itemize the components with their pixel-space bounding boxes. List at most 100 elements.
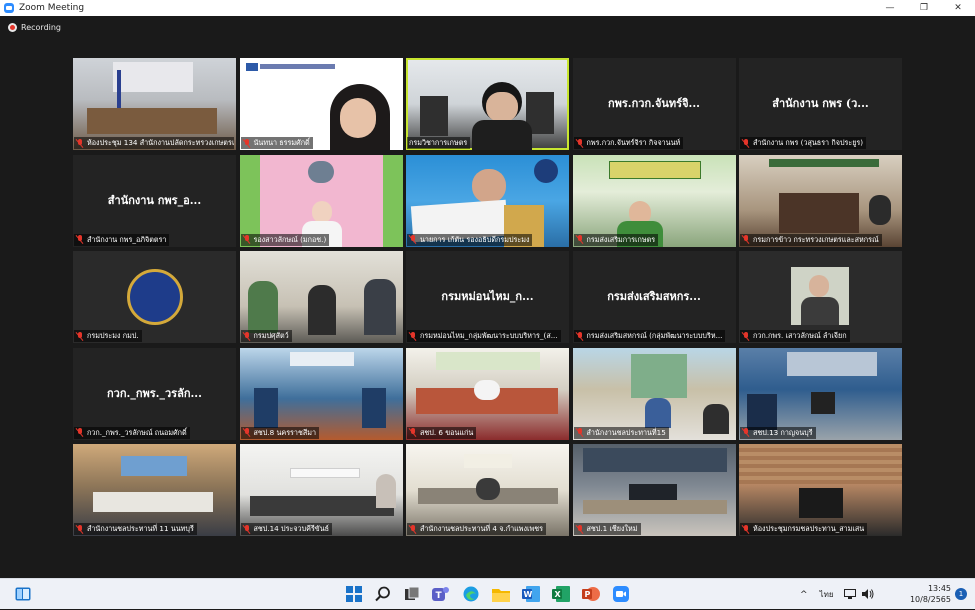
mic-muted-icon <box>409 524 417 534</box>
slide-heading <box>259 64 335 69</box>
file-explorer-icon[interactable] <box>490 583 512 605</box>
participant-label: สชป.8 นครราชสีมา <box>240 426 319 439</box>
minimize-button[interactable]: — <box>873 0 907 16</box>
mic-muted-icon <box>742 138 750 148</box>
participant-name: สำนักงานชลประทานที่ 11 นนทบุรี <box>87 524 194 533</box>
speaker-icon[interactable] <box>861 588 874 601</box>
participant-name: กรมส่งเสริมการเกษตร <box>586 234 656 244</box>
monitor <box>811 391 835 414</box>
mic-muted-icon <box>243 428 251 437</box>
meeting-area: Recording ห้องประชุม 134 สำนักงานปลัดกระ… <box>0 16 975 578</box>
widgets-icon[interactable] <box>12 583 34 605</box>
zoom-icon[interactable] <box>610 583 632 605</box>
participant-name: สชป.1 เชียงใหม่ <box>586 524 638 533</box>
powerpoint-icon[interactable]: P <box>580 583 602 605</box>
mic-muted-icon <box>409 428 417 437</box>
video-tile[interactable]: สำนักงาน กพร (ว... สำนักงาน กพร (วสุนธรา… <box>739 58 902 150</box>
search-icon[interactable] <box>372 583 394 605</box>
video-tile[interactable]: นันทนา ธรรมศักดิ์ <box>239 58 403 150</box>
mic-muted-icon <box>243 331 251 341</box>
edge-icon[interactable] <box>460 583 482 605</box>
start-icon[interactable] <box>343 583 365 605</box>
screen <box>787 351 877 376</box>
mic-muted-icon <box>243 524 251 534</box>
laptop <box>799 488 843 518</box>
recording-dot-icon <box>8 23 17 32</box>
video-tile[interactable]: สชป.1 เชียงใหม่ <box>572 444 736 536</box>
video-tile[interactable]: กวก._กพร._วรลัก... กวก._กพร._วรลักษณ์ ถน… <box>73 347 236 440</box>
wall-sign <box>113 62 193 92</box>
mic-muted-icon <box>742 331 750 341</box>
network-icon[interactable] <box>843 588 856 601</box>
video-tile[interactable]: กรมปศุสัตว์ <box>239 251 403 343</box>
teams-icon[interactable]: T <box>430 583 452 605</box>
show-hidden-icons-chevron-icon[interactable]: ^ <box>800 590 808 600</box>
mic-muted-icon <box>576 235 584 244</box>
video-tile[interactable]: กวก.กพร. เสาวลักษณ์ ลำเจียก <box>739 251 902 343</box>
green-panel <box>382 154 403 247</box>
video-tile[interactable]: สำนักงานชลประทานที่15 <box>572 347 736 440</box>
video-tile[interactable]: สำนักงานชลประทานที่ 11 นนทบุรี <box>73 444 236 536</box>
video-tile[interactable]: ห้องประชุมกรมชลประทาน_สามเสน <box>739 444 902 536</box>
participant-avatar-name: กวก._กพร._วรลัก... <box>107 386 202 400</box>
maximize-button[interactable]: ❐ <box>907 0 941 16</box>
svg-text:X: X <box>555 590 562 599</box>
video-tile[interactable]: สชป.13 กาญจนบุรี <box>739 347 902 440</box>
word-icon[interactable]: W <box>520 583 542 605</box>
notification-badge[interactable]: 1 <box>955 588 967 600</box>
video-tile[interactable]: รองสาวลักษณ์ (มกอช.) <box>239 154 403 247</box>
mic-muted-icon <box>409 331 417 341</box>
person-body <box>801 297 839 325</box>
taskbar-clock[interactable]: 13:45 10/8/2565 <box>910 583 951 605</box>
mic-muted-icon <box>243 235 251 244</box>
video-tile[interactable]: กรมหม่อนไหม_ก... กรมหม่อนไหม_กลุ่มพัฒนาร… <box>406 251 569 343</box>
task-view-icon[interactable] <box>401 583 423 605</box>
person-body <box>472 120 532 150</box>
video-tile[interactable]: สชป.14 ประจวบคีรีขันธ์ <box>239 444 403 536</box>
recording-indicator[interactable]: Recording <box>8 23 61 32</box>
chair <box>747 393 777 430</box>
gallery-grid: ห้องประชุม 134 สำนักงานปลัดกระทรวงเกษตรแ… <box>73 58 902 548</box>
emblem <box>307 160 334 183</box>
chair <box>361 387 386 428</box>
participant-name: กรมหม่อนไหม_กลุ่มพัฒนาระบบบริหาร_(ส... <box>420 331 558 340</box>
participant-name: สำนักงาน กพร (วสุนธรา กิจประยูร) <box>753 138 864 147</box>
mic-muted-icon <box>576 138 584 148</box>
system-tray: ^ ไทย <box>800 579 874 610</box>
mic-muted-icon <box>409 235 417 244</box>
participant-name: รองสาวลักษณ์ (มกอช.) <box>253 234 327 244</box>
participant-name: กรมการข้าว กระทรวงเกษตรและสหกรณ์ <box>753 234 879 244</box>
excel-icon[interactable]: X <box>550 583 572 605</box>
video-tile[interactable]: กพร.กวก.จันทร์จิ... กพร.กวก.จันทร์จิรา ก… <box>572 58 736 150</box>
language-indicator[interactable]: ไทย <box>820 588 834 601</box>
person <box>375 474 396 508</box>
video-tile[interactable]: สำนักงานชลประทานที่ 4 จ.กำแพงเพชร <box>406 444 569 536</box>
participant-name: กวก._กพร._วรลักษณ์ ถนอมศักดิ์ <box>87 427 187 437</box>
participant-name: กพร.กวก.จันทร์จิรา กิจจานนท์ <box>586 138 681 147</box>
video-tile[interactable]: กรมการข้าว กระทรวงเกษตรและสหกรณ์ <box>739 154 902 247</box>
video-tile[interactable]: ห้องประชุม 134 สำนักงานปลัดกระทรวงเกษตรแ… <box>73 58 236 150</box>
video-tile[interactable]: สชป.8 นครราชสีมา <box>239 347 403 440</box>
video-tile[interactable]: กรมประมง กมป. <box>73 251 236 343</box>
video-tile[interactable]: สำนักงาน กพร_อ... สำนักงาน กพร_อภิจิตตรา <box>73 154 236 247</box>
participant-name: สชป.8 นครราชสีมา <box>253 427 317 437</box>
person <box>247 281 278 333</box>
video-tile-active-speaker[interactable]: กรมวิชาการเกษตร <box>406 58 569 150</box>
taskbar: T W X P ^ ไทย 13:45 10/8/2565 1 <box>0 578 975 609</box>
participant-name: กรมวิชาการเกษตร <box>409 138 468 147</box>
person-face <box>472 168 506 203</box>
clock-date: 10/8/2565 <box>909 595 951 604</box>
participant-name: กรมส่งเสริมสหกรณ์ (กลุ่มพัฒนาระบบบริห... <box>586 331 723 340</box>
participant-avatar-name: สำนักงาน กพร (ว... <box>772 97 869 110</box>
participant-label: นันทนา ธรรมศักดิ์ <box>240 137 313 149</box>
participant-name: ห้องประชุม 134 สำนักงานปลัดกระทรวงเกษตรแ… <box>87 138 234 147</box>
video-tile[interactable]: กรมส่งเสริมการเกษตร <box>572 154 736 247</box>
person <box>474 379 500 400</box>
svg-text:P: P <box>585 590 591 599</box>
person-face <box>311 200 332 223</box>
close-button[interactable]: ✕ <box>941 0 975 16</box>
video-tile[interactable]: สชป. 6 ขอนแก่น <box>406 347 569 440</box>
video-tile[interactable]: นายการ เก้ตัน รองอธิบดีกรมประมง <box>406 154 569 247</box>
video-tile[interactable]: กรมส่งเสริมสหกร... กรมส่งเสริมสหกรณ์ (กล… <box>572 251 736 343</box>
participant-name: นายการ เก้ตัน รองอธิบดีกรมประมง <box>420 234 530 244</box>
